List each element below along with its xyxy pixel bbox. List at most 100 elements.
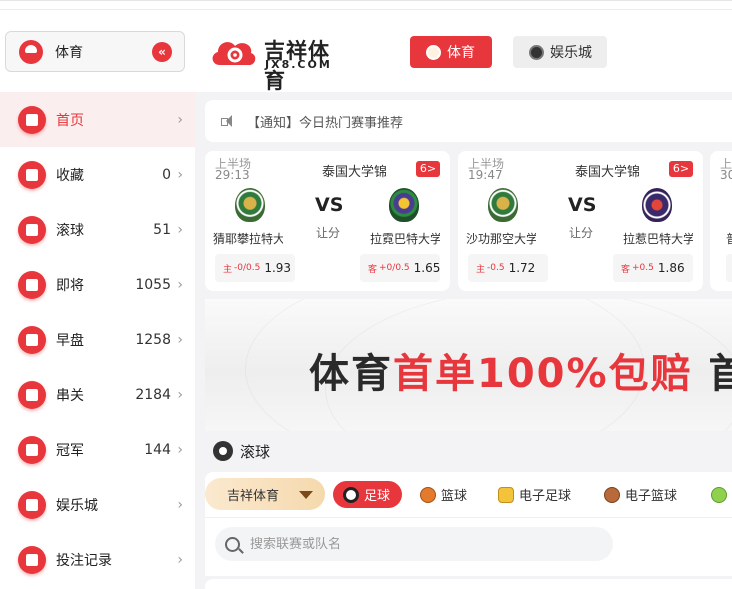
match-time: 30 xyxy=(720,168,732,182)
home-odds-button[interactable]: 主 -0/0.5 1.93 xyxy=(215,254,295,282)
vs-label: VS xyxy=(315,194,344,216)
odds-handicap: -0/0.5 xyxy=(234,263,261,273)
chevron-right-icon: › xyxy=(177,221,183,238)
double-chevron-left-icon[interactable]: « xyxy=(152,42,172,62)
sidebar-item-label: 冠军 xyxy=(56,442,84,459)
slogan-part: 首 xyxy=(708,351,732,397)
tab-sports-label: 体育 xyxy=(447,45,475,61)
chevron-right-icon: › xyxy=(177,331,183,348)
more-markets-badge[interactable]: 6> xyxy=(669,161,693,177)
odds-side-tag: 主 xyxy=(223,264,233,275)
stopwatch-icon xyxy=(18,270,46,299)
sidebar-item-count: 1258 xyxy=(135,331,171,348)
platform-dropdown[interactable]: 吉祥体育 xyxy=(205,478,325,510)
tab-ebasketball[interactable]: 电子篮球 xyxy=(604,481,677,508)
caret-down-icon xyxy=(299,491,313,499)
away-odds-button[interactable]: 客 +0/0.5 1.65 xyxy=(360,254,440,282)
sidebar-item-champion[interactable]: 冠军 144 › xyxy=(0,422,195,477)
bookmark-icon xyxy=(18,160,46,189)
sidebar-item-bet-records[interactable]: 投注记录 › xyxy=(0,532,195,587)
speaker-icon xyxy=(221,114,237,128)
tab-basketball[interactable]: 篮球 xyxy=(420,481,467,508)
odds-handicap: -0.5 xyxy=(487,263,505,273)
tab-tennis[interactable] xyxy=(711,481,732,508)
odds-side-tag: 客 xyxy=(621,264,631,275)
logo-domain: JX8.COM xyxy=(265,58,332,71)
match-card[interactable]: 上半场 19:47 泰国大学锦标赛 6> VS 让分 沙功那空大学 拉惹巴特大学… xyxy=(458,151,703,291)
notice-text: 【通知】今日热门赛事推荐 xyxy=(247,115,404,131)
tab-label: 电子足球 xyxy=(519,489,572,504)
notice-bar[interactable]: 【通知】今日热门赛事推荐 xyxy=(205,100,732,142)
tab-casino[interactable]: 娱乐城 xyxy=(513,36,607,68)
home-team-name: 猜耶攀拉特大学 xyxy=(213,232,283,246)
odds-value: 1.72 xyxy=(508,261,536,275)
sidebar-item-favorites[interactable]: 收藏 0 › xyxy=(0,147,195,202)
site-logo[interactable]: 吉祥体育 JX8.COM xyxy=(208,33,348,93)
chevron-right-icon: › xyxy=(177,276,183,293)
tab-esoccer[interactable]: 电子足球 xyxy=(498,481,571,508)
sport-switch-label: 体育 xyxy=(55,44,83,61)
match-time: 19:47 xyxy=(468,168,503,182)
chevron-right-icon: › xyxy=(177,496,183,513)
home-team-name: 沙功那空大学 xyxy=(466,232,536,246)
match-card[interactable]: 上半场 29:13 泰国大学锦标赛 6> VS 让分 猜耶攀拉特大学 拉霓巴特大… xyxy=(205,151,450,291)
sidebar-item-live[interactable]: 滚球 51 › xyxy=(0,202,195,257)
search-input[interactable] xyxy=(250,536,550,552)
search-icon xyxy=(225,536,240,552)
sport-switch[interactable]: 体育 « xyxy=(5,31,185,72)
chevron-right-icon: › xyxy=(177,441,183,458)
match-league: 泰国大学锦标赛 xyxy=(322,165,386,180)
home-team-crest-icon xyxy=(235,188,265,222)
search-box[interactable] xyxy=(215,527,613,561)
sidebar-item-casino[interactable]: 娱乐城 › xyxy=(0,477,195,532)
promo-banner[interactable]: 体育首单100%包赔 首 xyxy=(205,299,732,431)
esoccer-icon xyxy=(498,486,514,503)
parlay-icon xyxy=(18,380,46,409)
live-section-title: 滚球 xyxy=(240,442,271,461)
betting-record-icon xyxy=(18,545,46,574)
more-markets-badge[interactable]: 6> xyxy=(416,161,440,177)
tab-label: 篮球 xyxy=(441,489,468,504)
calendar-icon xyxy=(18,325,46,354)
casino-chip-icon xyxy=(529,44,544,60)
home-odds-button[interactable]: 主 -0.5 1.72 xyxy=(468,254,548,282)
basketball-icon xyxy=(420,486,436,503)
main-content: 【通知】今日热门赛事推荐 上半场 29:13 泰国大学锦标赛 6> VS 让分 … xyxy=(205,92,732,589)
tab-sports[interactable]: 体育 xyxy=(410,36,492,68)
away-odds-button[interactable]: 客 +0.5 1.86 xyxy=(613,254,693,282)
list-top-edge xyxy=(205,576,732,589)
casino-icon xyxy=(18,490,46,519)
vs-label: VS xyxy=(568,194,597,216)
sidebar-item-label: 早盘 xyxy=(56,332,84,349)
ebasketball-icon xyxy=(604,486,620,503)
match-time: 29:13 xyxy=(215,168,250,182)
odds-value: 1.65 xyxy=(413,261,441,275)
sidebar-item-label: 串关 xyxy=(56,387,84,404)
divider xyxy=(205,517,732,518)
match-league: 泰国大学锦标赛 xyxy=(575,165,639,180)
sidebar-item-label: 投注记录 xyxy=(56,552,112,569)
soccer-ball-icon xyxy=(213,441,233,461)
sidebar-item-count: 144 xyxy=(144,441,171,458)
sidebar-item-label: 收藏 xyxy=(56,167,84,184)
home-icon xyxy=(18,105,46,134)
tab-label: 足球 xyxy=(364,489,391,504)
sidebar-item-count: 2184 xyxy=(135,386,171,403)
odds-side-tag: 主 xyxy=(476,264,486,275)
home-team-name: 普 xyxy=(726,230,732,247)
sports-ball-icon xyxy=(426,44,441,60)
tab-soccer[interactable]: 足球 xyxy=(333,481,403,508)
tab-casino-label: 娱乐城 xyxy=(550,45,592,61)
sidebar-item-upcoming[interactable]: 即将 1055 › xyxy=(0,257,195,312)
sidebar-item-parlay[interactable]: 串关 2184 › xyxy=(0,367,195,422)
odds-value: 1.93 xyxy=(264,261,292,275)
match-card-partial[interactable]: 上 30 普 xyxy=(710,151,732,291)
live-filter-panel: 吉祥体育 足球 篮球 电子足球 电子篮球 xyxy=(205,472,732,589)
sidebar-item-early[interactable]: 早盘 1258 › xyxy=(0,312,195,367)
tab-label: 电子篮球 xyxy=(625,489,678,504)
trophy-icon xyxy=(18,435,46,464)
away-team-name: 拉霓巴特大学 xyxy=(370,232,440,246)
sidebar-item-home[interactable]: 首页 › xyxy=(0,92,195,147)
odds-button-partial[interactable] xyxy=(726,254,732,282)
sidebar-item-label: 滚球 xyxy=(56,222,84,239)
